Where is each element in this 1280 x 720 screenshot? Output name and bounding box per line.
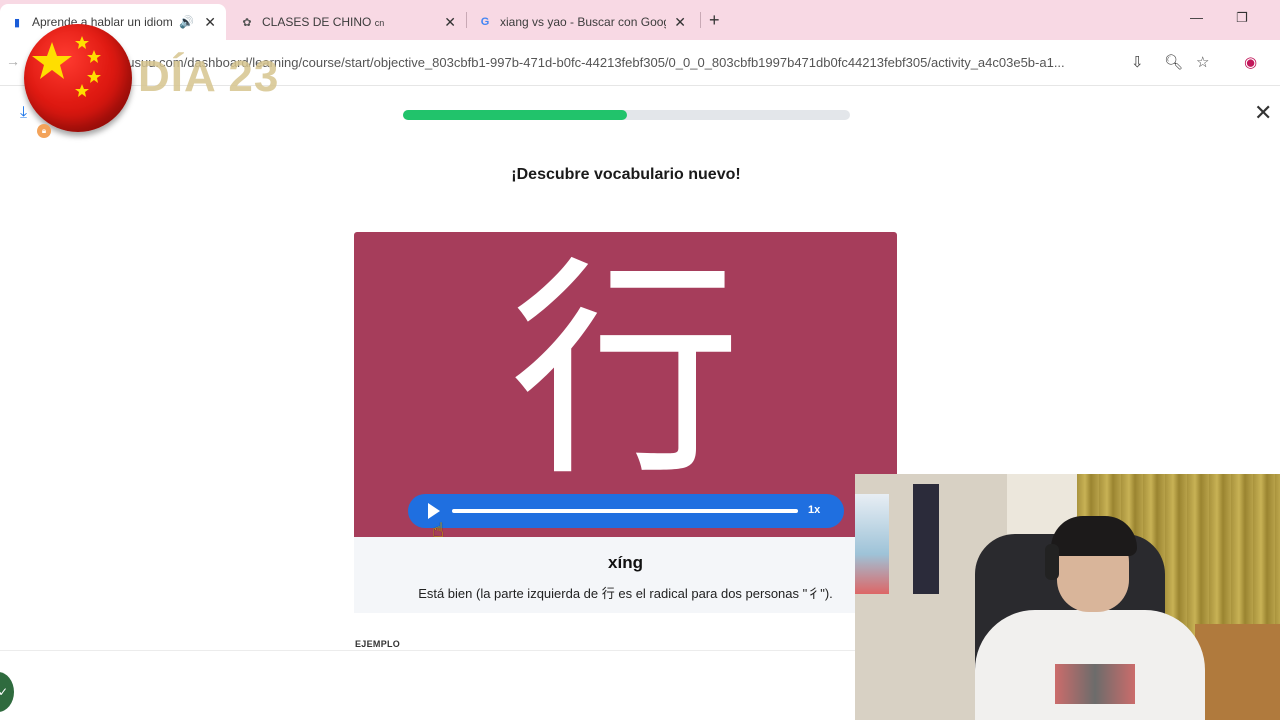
close-lesson-icon[interactable]: ✕ — [1254, 102, 1272, 124]
tab-close-icon[interactable]: ✕ — [444, 14, 456, 31]
tab-close-icon[interactable]: ✕ — [674, 14, 686, 31]
day-counter-label: DÍA 23 — [138, 52, 280, 101]
webcam-headset — [1045, 544, 1059, 580]
lock-icon: 🔒︎ — [37, 124, 51, 138]
speaker-icon[interactable]: 🔊 — [179, 15, 194, 29]
webcam-shirt-logo — [1055, 664, 1135, 704]
tab-title-text: CLASES DE CHINO — [262, 15, 372, 29]
tab-close-icon[interactable]: ✕ — [204, 14, 216, 31]
divider — [0, 650, 860, 651]
download-icon[interactable]: ⤓ — [20, 104, 27, 122]
profile-icon[interactable]: ◉ — [1244, 53, 1257, 71]
chatgpt-icon: ✿ — [242, 16, 252, 29]
tab-title-suffix: cn — [374, 18, 385, 28]
tab-title: CLASES DE CHINO cn — [262, 15, 384, 29]
tab-clases-de-chino[interactable]: ✿ CLASES DE CHINO cn ✕ — [230, 4, 466, 40]
chinese-character: 行 — [509, 237, 742, 507]
china-flag-stars-icon — [32, 36, 101, 97]
webcam-poster — [855, 494, 889, 594]
lesson-progress-fill — [403, 110, 627, 120]
china-flag-badge — [24, 24, 132, 132]
webcam-person-hair — [1051, 516, 1137, 556]
tab-busuu[interactable]: ▮ Aprende a hablar un idioma 🔊 ✕ — [0, 4, 226, 40]
audio-player: 1x — [408, 494, 844, 528]
tab-divider — [700, 12, 701, 28]
tab-divider — [466, 12, 467, 28]
tab-strip: ▮ Aprende a hablar un idioma 🔊 ✕ ✿ CLASE… — [0, 0, 1280, 40]
back-arrow-icon[interactable]: → — [6, 53, 20, 69]
google-icon: G — [480, 16, 490, 28]
tab-google-search[interactable]: G xiang vs yao - Buscar con Goog ✕ — [468, 4, 696, 40]
meaning-text: Está bien (la parte izquierda de 行 es el… — [418, 586, 833, 601]
tab-title: Aprende a hablar un idioma — [32, 15, 172, 29]
tab-title: xiang vs yao - Buscar con Goog — [500, 15, 666, 29]
install-app-icon[interactable]: ⇩ — [1131, 53, 1144, 71]
minimize-icon[interactable]: — — [1190, 10, 1203, 25]
word-info-panel: xíng Está bien (la parte izquierda de 行 … — [354, 537, 897, 613]
new-tab-button[interactable]: + — [709, 10, 720, 31]
webcam-poster — [913, 484, 939, 594]
zoom-icon[interactable]: 🔍︎ — [1164, 53, 1183, 71]
vocabulary-card: 行 1x — [354, 232, 897, 537]
lesson-progress-bar — [403, 110, 850, 120]
webcam-furniture — [1195, 624, 1280, 720]
audio-seek-bar[interactable] — [452, 509, 798, 513]
page-title: ¡Descubre vocabulario nuevo! — [511, 166, 741, 183]
busuu-icon: ▮ — [13, 16, 21, 29]
bookmark-star-icon[interactable]: ☆ — [1196, 53, 1209, 71]
pinyin-text: xíng — [608, 553, 643, 572]
webcam-overlay — [855, 474, 1280, 720]
help-chat-icon[interactable]: ✓ — [0, 672, 14, 712]
restore-icon[interactable]: ❐ — [1236, 10, 1248, 26]
play-icon[interactable] — [428, 503, 440, 519]
playback-speed-button[interactable]: 1x — [808, 504, 820, 516]
example-section-label: EJEMPLO — [355, 639, 401, 649]
